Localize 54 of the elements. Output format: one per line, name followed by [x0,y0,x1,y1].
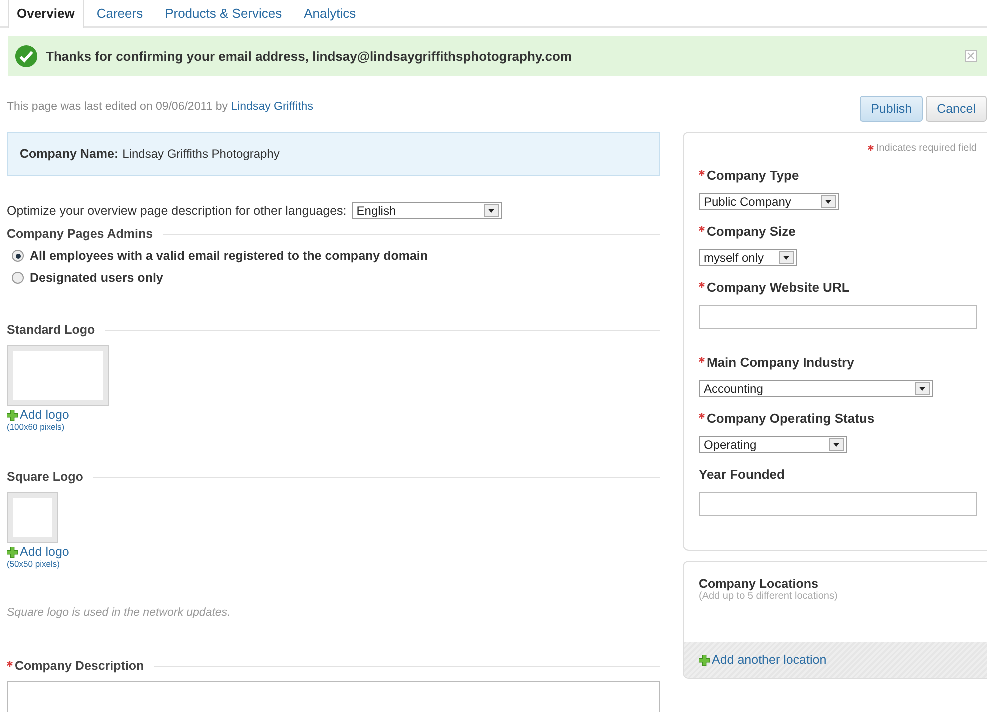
radio-label: All employees with a valid email registered to the company domain [30,249,428,263]
locations-hint: (Add up to 5 different locations) [699,591,839,602]
field-label: Company Type [707,168,800,183]
language-label: Optimize your overview page description for other languages: [7,204,347,218]
field-label: Main Company Industry [707,355,854,370]
tab[interactable]: Overview [8,0,84,28]
plus-icon [699,654,710,666]
add-logo-link[interactable]: Add logo [7,408,660,422]
confirmation-message: Thanks for confirming your email address, lindsay@lindsaygriffithsphotography.com [46,48,574,64]
plus-icon [7,546,18,558]
close-icon[interactable] [965,50,977,62]
add-logo-link[interactable]: Add logo [7,545,660,559]
section-title: Square Logo [7,470,84,484]
caret-icon [833,442,840,446]
locations-title: Company Locations [699,577,820,591]
company-name: Lindsay Griffiths Photography [122,147,280,161]
dropdown[interactable]: Public Company [699,193,839,210]
section-title: Company Description [15,659,144,673]
tab[interactable]: Analytics [295,0,366,26]
size-hint: (100x60 pixels) [7,422,66,432]
logo-placeholder [7,492,58,543]
last-edited-note: This page was last edited on 09/06/2011 by Lindsay Griffiths [7,101,314,113]
check-icon [15,44,38,68]
dropdown[interactable]: Operating [699,436,847,453]
caret-icon [919,386,926,390]
radio-button[interactable] [12,250,24,262]
size-hint: (50x50 pixels) [7,559,61,569]
author-link[interactable]: Lindsay Griffiths [231,101,314,113]
caret-icon [825,200,832,204]
section-title: Standard Logo [7,323,96,337]
field-label: Company Operating Status [707,411,875,426]
tab[interactable]: Careers [88,0,152,26]
caret-icon [488,208,495,212]
input-field[interactable] [699,305,977,329]
field-label: Year Founded [699,467,785,482]
asterisk-icon [868,145,874,151]
section-title: Company Pages Admins [7,227,154,241]
dropdown[interactable]: Accounting [699,380,933,397]
cancel-button[interactable]: Cancel [926,96,987,122]
logo-note: Square logo is used in the network updates. [7,607,232,619]
language-select[interactable]: English [352,202,502,219]
required-legend: Indicates required field [699,143,977,154]
tab[interactable]: Products & Services [156,0,292,26]
radio-label: Designated users only [30,271,164,285]
caret-icon [783,256,790,260]
dropdown[interactable]: myself only [699,249,797,266]
field-label: Company Size [707,224,796,239]
field-label: Company Website URL [707,280,850,295]
radio-button[interactable] [12,272,24,284]
company-name-label: Company Name: [20,147,119,161]
input-field[interactable] [699,492,977,516]
plus-icon [7,410,18,420]
description-field[interactable] [7,681,660,712]
publish-button[interactable]: Publish [860,96,924,122]
